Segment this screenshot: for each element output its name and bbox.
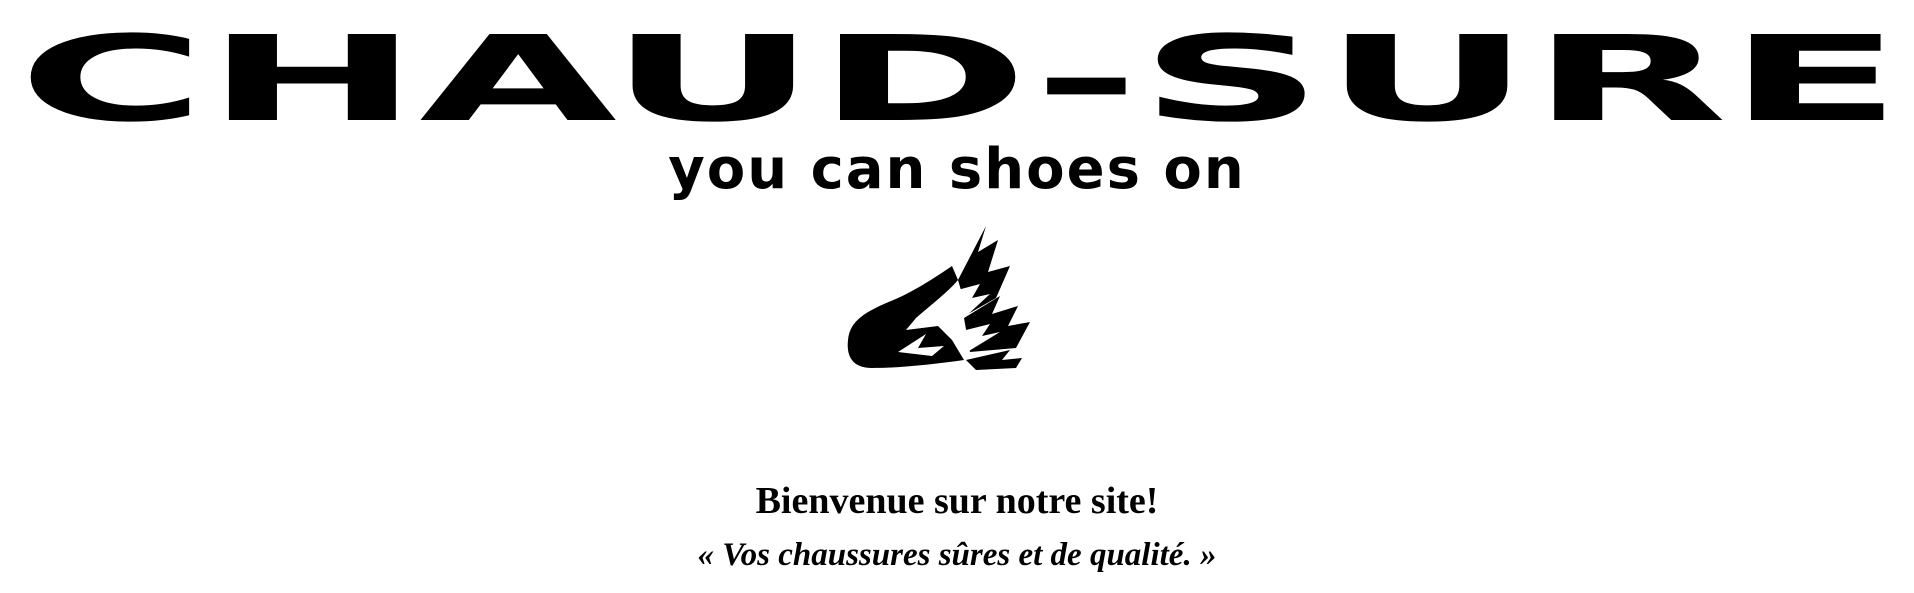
brand-wordmark: CHAUD-SURE xyxy=(18,24,1902,128)
page: CHAUD-SURE you can shoes on Bienvenue su… xyxy=(0,0,1914,593)
brand-tagline: you can shoes on xyxy=(668,137,1246,202)
brand-name: CHAUD-SURE xyxy=(18,24,1902,128)
winged-shoe-icon xyxy=(840,222,1040,382)
winged-shoe-graphic xyxy=(847,226,1030,370)
slogan-text: « Vos chaussures sûres et de qualité. » xyxy=(697,537,1217,573)
brand-wordmark-graphic: CHAUD-SURE xyxy=(18,24,1902,128)
welcome-heading: Bienvenue sur notre site! xyxy=(755,480,1159,522)
